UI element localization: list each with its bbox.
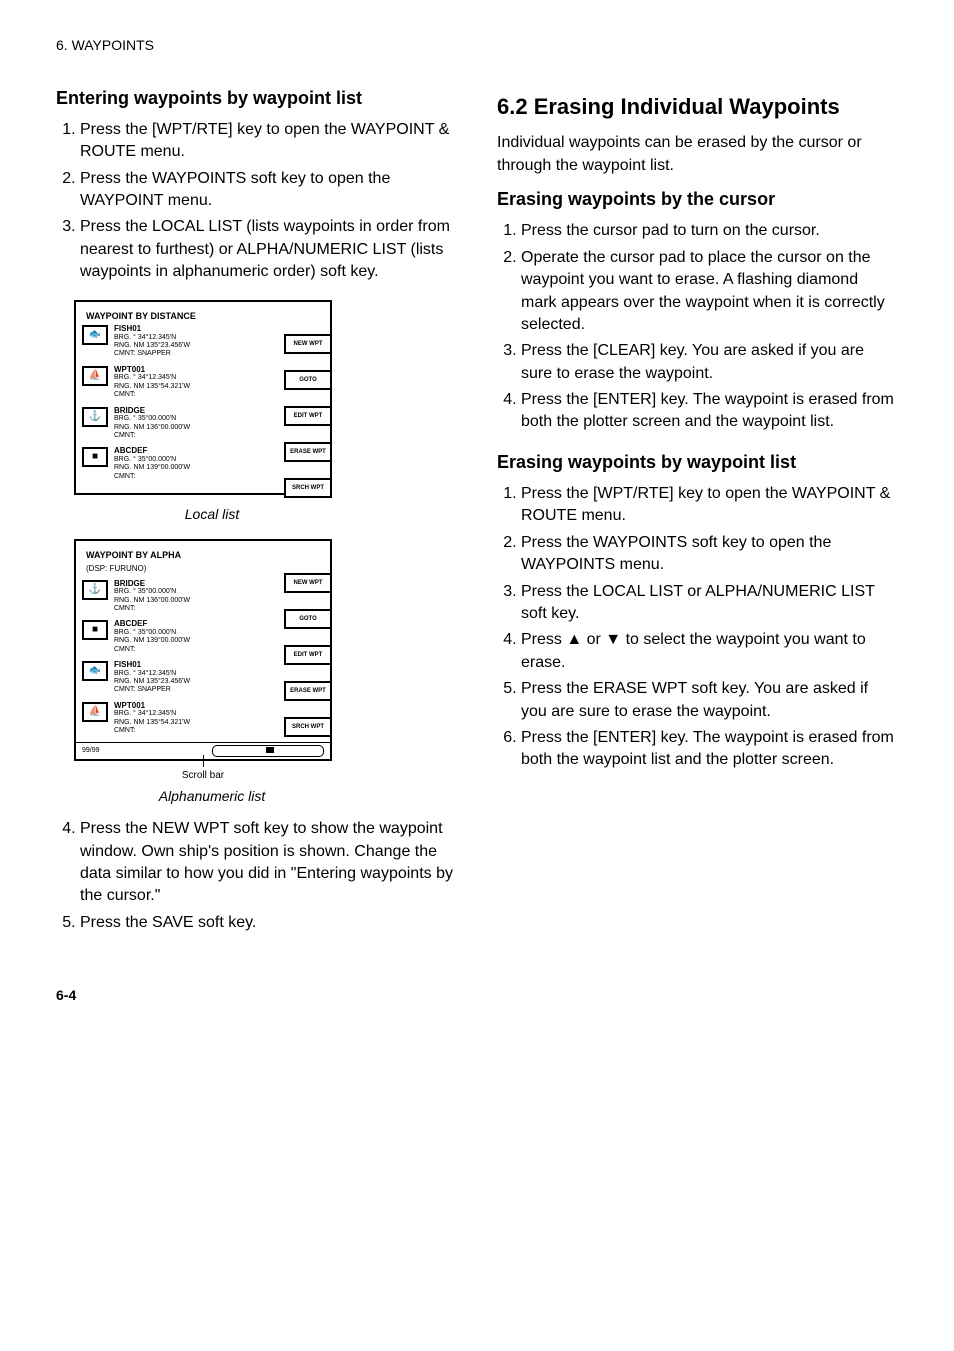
wreck-icon: ⛵ (82, 366, 108, 386)
right-column: 6.2 Erasing Individual Waypoints Individ… (497, 76, 898, 951)
intro-text: Individual waypoints can be erased by th… (497, 132, 898, 177)
step: Press the WAYPOINTS soft key to open the… (521, 532, 898, 577)
subsection-title: Erasing waypoints by waypoint list (497, 450, 898, 475)
step: Operate the cursor pad to place the curs… (521, 247, 898, 337)
page-count: 99/99 (82, 746, 100, 756)
page-header: 6. WAYPOINTS (56, 36, 898, 56)
softkey-goto[interactable]: GOTO (284, 609, 332, 629)
step: Press the WAYPOINTS soft key to open the… (80, 168, 457, 213)
softkey-edit-wpt[interactable]: EDIT WPT (284, 406, 332, 426)
softkey-srch-wpt[interactable]: SRCH WPT (284, 717, 332, 737)
step: Press the [WPT/RTE] key to open the WAYP… (80, 119, 457, 164)
softkey-srch-wpt[interactable]: SRCH WPT (284, 478, 332, 498)
step: Press the [ENTER] key. The waypoint is e… (521, 389, 898, 434)
square-icon: ■ (82, 620, 108, 640)
right-section-title: 6.2 Erasing Individual Waypoints (497, 92, 898, 123)
left-column: Entering waypoints by waypoint list Pres… (56, 76, 457, 951)
anchor-icon: ⚓ (82, 580, 108, 600)
figure-title: WAYPOINT BY ALPHA (86, 549, 324, 562)
step: Press the LOCAL LIST or ALPHA/NUMERIC LI… (521, 581, 898, 626)
local-list-figure: WAYPOINT BY DISTANCE 🐟 FISH01 BRG. ° 34°… (74, 300, 332, 496)
softkey-new-wpt[interactable]: NEW WPT (284, 573, 332, 593)
softkey-new-wpt[interactable]: NEW WPT (284, 334, 332, 354)
figure-title: WAYPOINT BY DISTANCE (86, 310, 324, 323)
step: Press the SAVE soft key. (80, 912, 457, 934)
step: Press ▲ or ▼ to select the waypoint you … (521, 629, 898, 674)
figure-caption: Local list (74, 505, 350, 525)
softkey-column: NEW WPT GOTO EDIT WPT ERASE WPT SRCH WPT (284, 573, 332, 737)
square-icon: ■ (82, 447, 108, 467)
right-steps-1: Press the cursor pad to turn on the curs… (497, 220, 898, 434)
scrollbar-callout: Scroll bar (74, 769, 332, 783)
left-steps-a: Press the [WPT/RTE] key to open the WAYP… (56, 119, 457, 284)
softkey-column: NEW WPT GOTO EDIT WPT ERASE WPT SRCH WPT (284, 334, 332, 498)
step: Press the [CLEAR] key. You are asked if … (521, 340, 898, 385)
left-section-title: Entering waypoints by waypoint list (56, 86, 457, 111)
right-steps-2: Press the [WPT/RTE] key to open the WAYP… (497, 483, 898, 772)
fish-icon: 🐟 (82, 325, 108, 345)
fish-icon: 🐟 (82, 661, 108, 681)
step: Press the cursor pad to turn on the curs… (521, 220, 898, 242)
softkey-edit-wpt[interactable]: EDIT WPT (284, 645, 332, 665)
step: Press the ERASE WPT soft key. You are as… (521, 678, 898, 723)
page-number: 6-4 (56, 986, 898, 1006)
step: Press the [ENTER] key. The waypoint is e… (521, 727, 898, 772)
softkey-goto[interactable]: GOTO (284, 370, 332, 390)
step: Press the LOCAL LIST (lists waypoints in… (80, 216, 457, 283)
left-steps-b: Press the NEW WPT soft key to show the w… (56, 818, 457, 934)
step: Press the [WPT/RTE] key to open the WAYP… (521, 483, 898, 528)
softkey-erase-wpt[interactable]: ERASE WPT (284, 442, 332, 462)
alpha-list-figure: WAYPOINT BY ALPHA (DSP: FURUNO) ⚓ BRIDGE… (74, 539, 332, 761)
subsection-title: Erasing waypoints by the cursor (497, 187, 898, 212)
step: Press the NEW WPT soft key to show the w… (80, 818, 457, 908)
scroll-bar[interactable] (212, 745, 324, 757)
figure-caption: Alphanumeric list (74, 787, 350, 807)
anchor-icon: ⚓ (82, 407, 108, 427)
softkey-erase-wpt[interactable]: ERASE WPT (284, 681, 332, 701)
wreck-icon: ⛵ (82, 702, 108, 722)
